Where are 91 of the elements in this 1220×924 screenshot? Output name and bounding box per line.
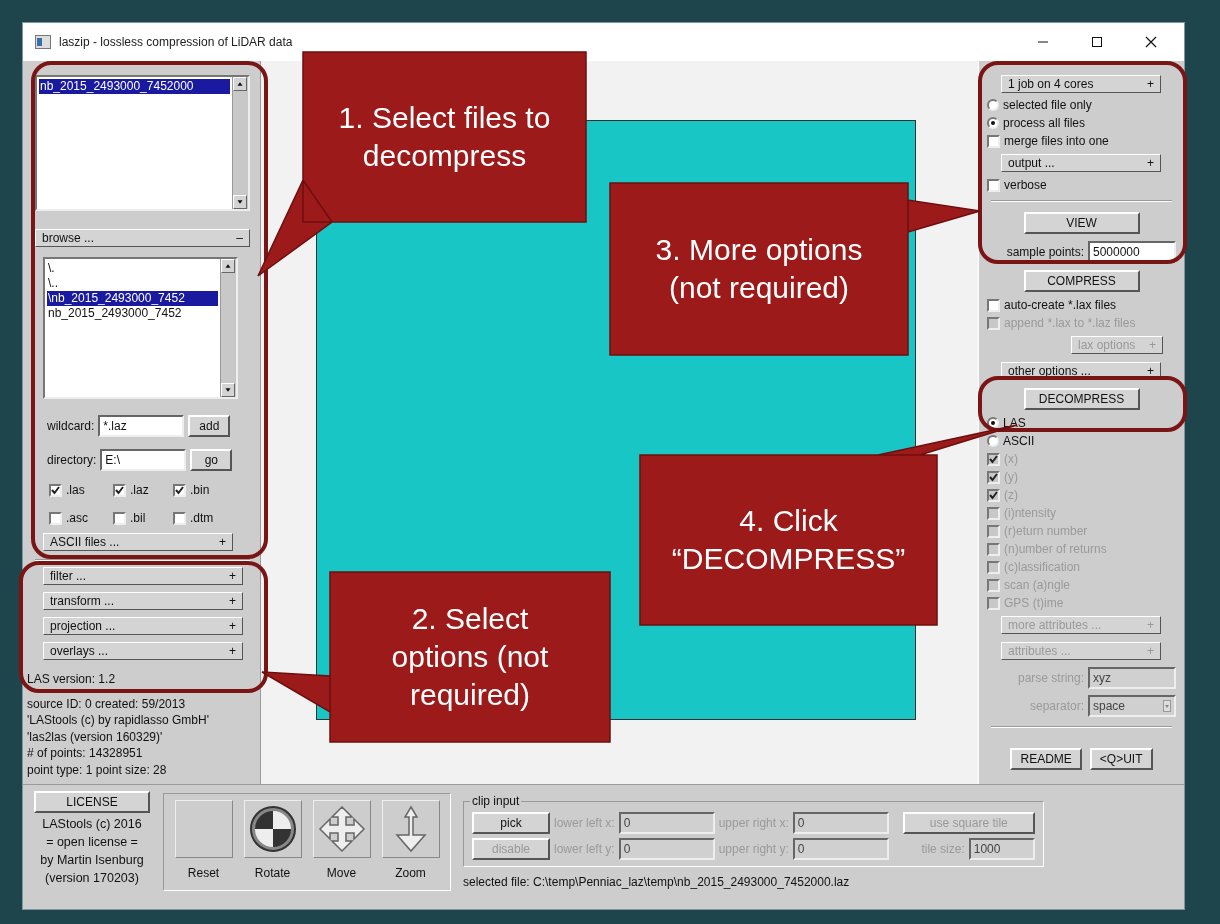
directory-item[interactable]: \. <box>47 261 218 276</box>
add-button[interactable]: add <box>188 415 231 437</box>
jobs-dropdown[interactable]: 1 job on 4 cores + <box>1001 75 1161 93</box>
callout-text: 4. Click “DECOMPRESS” <box>671 502 906 577</box>
checkbox[interactable] <box>113 483 126 497</box>
app-icon <box>35 35 51 49</box>
directory-item[interactable]: \.. <box>47 276 218 291</box>
section-toggle[interactable]: filter ... + <box>43 567 243 585</box>
checkbox-label: .laz <box>130 482 149 499</box>
tool-label: Reset <box>187 865 220 882</box>
zoom-tool-button[interactable] <box>381 800 440 858</box>
checkbox[interactable] <box>113 511 126 525</box>
radio-button[interactable] <box>987 117 999 129</box>
wildcard-field[interactable]: *.laz <box>98 415 185 437</box>
checkbox[interactable] <box>49 511 62 525</box>
checkbox[interactable] <box>49 483 62 497</box>
directory-field[interactable]: E:\ <box>100 449 187 471</box>
action-button[interactable]: VIEW <box>1023 212 1140 234</box>
checkbox-label: .asc <box>66 510 88 527</box>
radio-label: ASCII <box>1003 433 1035 450</box>
license-text: = open license = <box>45 834 139 851</box>
checkbox[interactable] <box>987 134 1000 148</box>
reset-tool-button[interactable] <box>174 800 233 858</box>
callout-text: 1. Select files to decompress <box>338 99 551 174</box>
field-label: sample points: <box>1006 244 1084 261</box>
radio-label: process all files <box>1003 115 1086 132</box>
callout-text: 3. More options (not required) <box>655 231 863 306</box>
scroll-down-icon[interactable] <box>233 195 247 209</box>
checkbox-label: verbose <box>1004 177 1047 194</box>
action-button[interactable]: README <box>1010 748 1082 770</box>
field-label: wildcard: <box>47 418 95 435</box>
file-list[interactable]: nb_2015_2493000_7452000 <box>35 75 250 211</box>
maximize-icon[interactable] <box>1091 36 1103 48</box>
directory-item[interactable]: nb_2015_2493000_7452 <box>47 306 218 321</box>
info-text: # of points: 14328951 <box>27 745 144 762</box>
rotate-tool-button[interactable] <box>243 800 302 858</box>
tool-label: Zoom <box>395 865 426 882</box>
group-title: clip input <box>470 793 522 809</box>
checkbox-label: .bil <box>130 510 146 527</box>
info-text: 'LAStools (c) by rapidlasso GmbH' <box>27 712 210 729</box>
directory-list[interactable]: \. \.. \nb_2015_2493000_7452 nb_2015_2493000_7452 <box>43 257 238 399</box>
directory-item[interactable]: \nb_2015_2493000_7452 <box>47 291 218 306</box>
info-text: point type: 1 point size: 28 <box>27 761 168 778</box>
browse-toggle[interactable]: browse ... – <box>35 229 250 247</box>
scrollbar[interactable] <box>220 259 236 397</box>
scroll-down-icon[interactable] <box>221 383 235 397</box>
checkbox[interactable] <box>173 483 186 497</box>
section-toggle[interactable]: projection ... + <box>43 617 243 635</box>
window-title: laszip - lossless compression of LiDAR data <box>59 34 294 51</box>
action-button[interactable]: COMPRESS <box>1023 270 1140 292</box>
scroll-up-icon[interactable] <box>221 259 235 273</box>
selected-file-text: selected file: C:\temp\Penniac_laz\temp\nb_2015_2493000_7452000.laz <box>463 874 851 891</box>
callout-text: 2. Select options (not required) <box>391 600 549 714</box>
file-list-item[interactable]: nb_2015_2493000_7452000 <box>39 79 230 94</box>
checkbox-label: .las <box>66 482 85 499</box>
license-text: LAStools (c) 2016 <box>41 816 143 833</box>
license-button[interactable]: LICENSE <box>34 791 150 813</box>
four-arrows-icon <box>317 805 366 853</box>
field-label: directory: <box>47 452 97 469</box>
tool-label: Move <box>326 865 357 882</box>
go-button[interactable]: go <box>190 449 233 471</box>
clip-button[interactable]: pick <box>472 812 550 834</box>
license-text: by Martin Isenburg <box>39 852 145 869</box>
section-toggle[interactable]: overlays ... + <box>43 642 243 660</box>
checkbox[interactable] <box>987 178 1000 192</box>
checkbox[interactable] <box>987 298 1000 312</box>
action-button[interactable]: <Q>UIT <box>1089 748 1153 770</box>
scrollbar[interactable] <box>232 77 248 209</box>
ascii-files-toggle[interactable]: ASCII files ... + <box>43 533 233 551</box>
license-text: (version 170203) <box>44 870 140 887</box>
radio-label: selected file only <box>1003 97 1092 114</box>
checkbox[interactable] <box>173 511 186 525</box>
radio-label: LAS <box>1003 415 1026 432</box>
action-button[interactable]: DECOMPRESS <box>1023 388 1140 410</box>
checkbox-label: auto-create *.lax files <box>1004 297 1117 314</box>
move-tool-button[interactable] <box>312 800 371 858</box>
text-field[interactable]: 5000000 <box>1088 241 1176 263</box>
info-text: 'las2las (version 160329)' <box>27 728 164 745</box>
section-toggle[interactable]: transform ... + <box>43 592 243 610</box>
tool-label: Rotate <box>254 865 291 882</box>
info-text: LAS version: 1.2 <box>27 671 117 688</box>
checkbox-label: .dtm <box>190 510 214 527</box>
checkbox-label: merge files into one <box>1004 133 1109 150</box>
info-text: source ID: 0 created: 59/2013 <box>27 695 187 712</box>
close-icon[interactable] <box>1145 36 1157 48</box>
radio-button[interactable] <box>987 99 999 111</box>
scroll-up-icon[interactable] <box>233 77 247 91</box>
sphere-icon <box>248 805 297 853</box>
checkbox-label: .bin <box>190 482 210 499</box>
section-toggle[interactable]: output ... + <box>1001 154 1161 172</box>
radio-button[interactable] <box>987 435 999 447</box>
